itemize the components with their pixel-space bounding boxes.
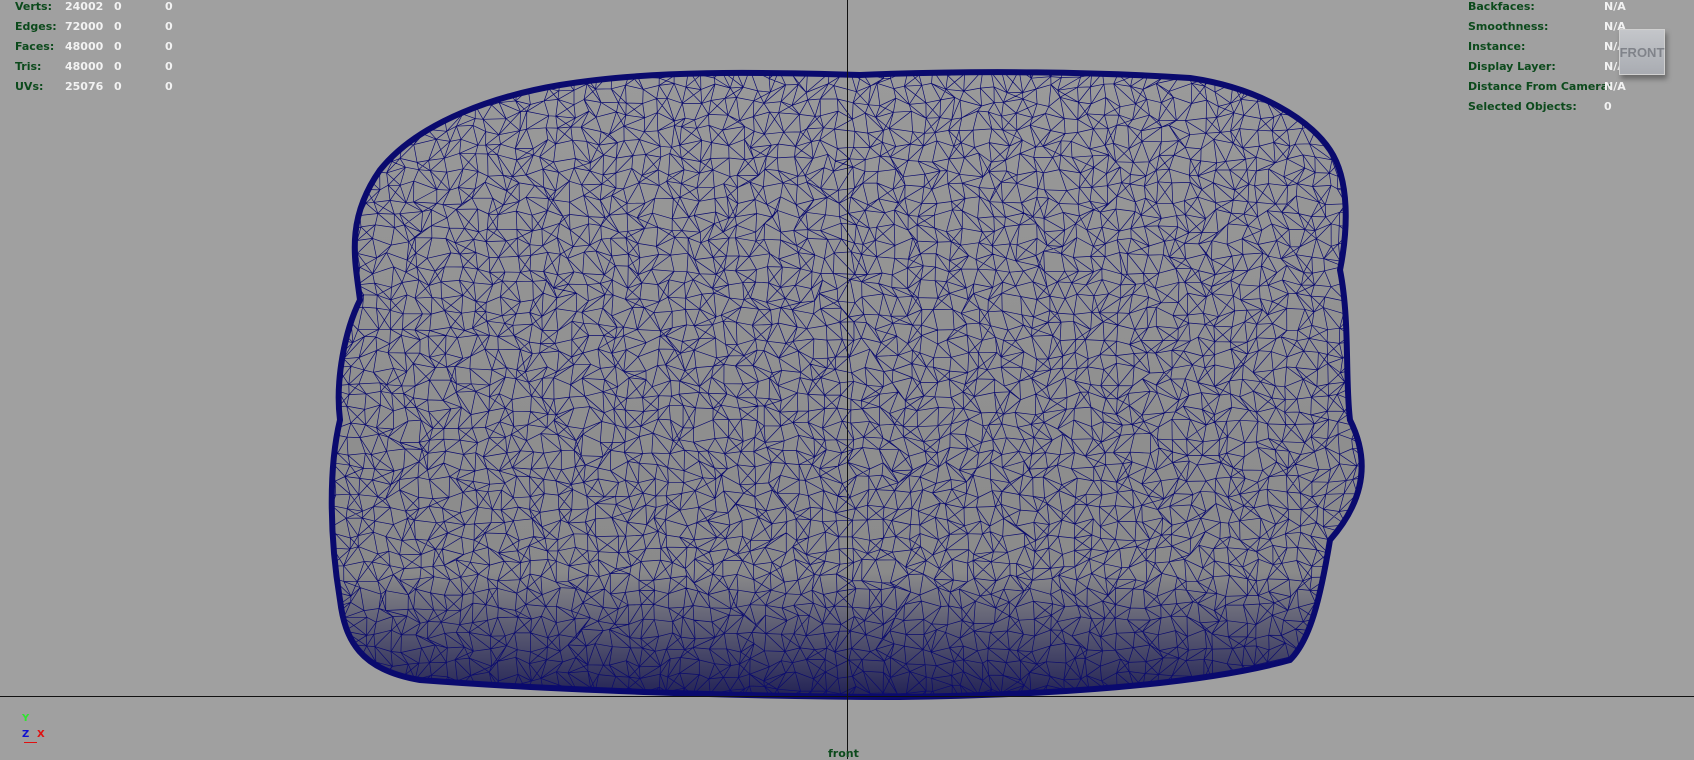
view-cube-label: FRONT bbox=[1619, 44, 1665, 60]
stat-value: 48000 bbox=[65, 60, 104, 73]
stat-value: 0 bbox=[114, 80, 122, 93]
stat-label: Faces: bbox=[15, 40, 55, 53]
axis-z-label: Z bbox=[22, 729, 30, 740]
axis-x-label: X bbox=[37, 729, 45, 740]
stat-label: Tris: bbox=[15, 60, 42, 73]
camera-name: front bbox=[828, 747, 859, 760]
stat-value: 0 bbox=[165, 0, 173, 13]
stat-value: 0 bbox=[165, 40, 173, 53]
info-label: Backfaces: bbox=[1468, 0, 1535, 13]
axis-y-label: Y bbox=[22, 713, 30, 724]
grid-axis-vertical bbox=[847, 0, 848, 759]
info-label: Display Layer: bbox=[1468, 60, 1556, 73]
stat-value: 0 bbox=[165, 20, 173, 33]
grid-axis-horizontal bbox=[0, 696, 1694, 697]
info-value: 0 bbox=[1604, 100, 1612, 113]
stat-value: 0 bbox=[114, 60, 122, 73]
stat-value: 0 bbox=[114, 40, 122, 53]
axis-x-line bbox=[24, 742, 37, 743]
info-label: Selected Objects: bbox=[1468, 100, 1577, 113]
stat-value: 25076 bbox=[65, 80, 104, 93]
info-value: N/A bbox=[1604, 80, 1626, 93]
info-value: N/A bbox=[1604, 0, 1626, 13]
stat-value: 24002 bbox=[65, 0, 104, 13]
stat-value: 0 bbox=[165, 60, 173, 73]
stat-label: UVs: bbox=[15, 80, 44, 93]
info-label: Instance: bbox=[1468, 40, 1526, 53]
stat-label: Edges: bbox=[15, 20, 57, 33]
view-cube-front[interactable]: FRONT bbox=[1619, 29, 1665, 75]
stat-value: 0 bbox=[114, 20, 122, 33]
stat-value: 48000 bbox=[65, 40, 104, 53]
info-label: Smoothness: bbox=[1468, 20, 1549, 33]
stat-value: 0 bbox=[114, 0, 122, 13]
info-label: Distance From Camera: bbox=[1468, 80, 1613, 93]
stat-label: Verts: bbox=[15, 0, 53, 13]
stat-value: 0 bbox=[165, 80, 173, 93]
stat-value: 72000 bbox=[65, 20, 104, 33]
